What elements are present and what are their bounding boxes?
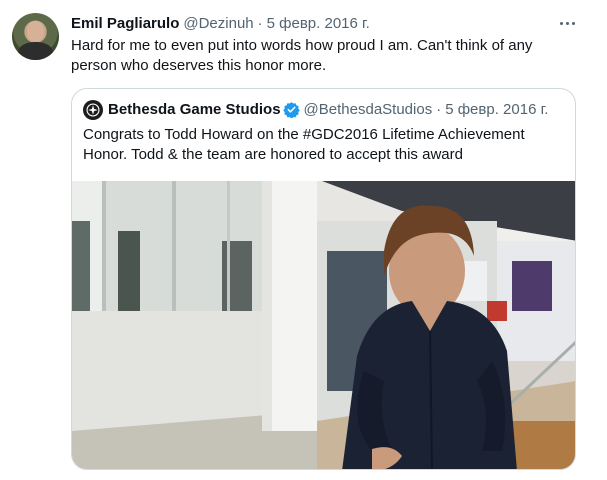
more-dot bbox=[559, 21, 563, 25]
bethesda-logo-icon[interactable] bbox=[83, 99, 103, 120]
photo-illustration bbox=[72, 181, 575, 469]
more-dot bbox=[571, 21, 575, 25]
quoted-date[interactable]: 5 февр. 2016 г. bbox=[445, 101, 548, 118]
quoted-separator-dot: · bbox=[436, 101, 442, 118]
quoted-tweet[interactable]: Bethesda Game Studios @BethesdaStudios ·… bbox=[71, 88, 576, 470]
quoted-author-name[interactable]: Bethesda Game Studios bbox=[108, 101, 281, 118]
more-dots-icon[interactable] bbox=[552, 12, 582, 34]
avatar-face bbox=[27, 21, 44, 42]
quoted-photo[interactable] bbox=[72, 181, 575, 469]
tweet-text: Hard for me to even put into words how p… bbox=[71, 37, 533, 74]
tweet-header: Emil Pagliarulo @Dezinuh · 5 февр. 2016 … bbox=[71, 12, 370, 34]
separator-dot: · bbox=[257, 14, 263, 32]
tweet[interactable]: Emil Pagliarulo @Dezinuh · 5 февр. 2016 … bbox=[0, 0, 607, 480]
author-avatar[interactable] bbox=[12, 13, 59, 60]
bethesda-logo-svg bbox=[86, 102, 100, 117]
verified-badge-icon bbox=[282, 102, 300, 118]
tweet-date[interactable]: 5 февр. 2016 г. bbox=[267, 15, 370, 32]
author-handle[interactable]: @Dezinuh bbox=[183, 15, 253, 32]
avatar-shirt bbox=[18, 42, 53, 60]
quoted-author-handle[interactable]: @BethesdaStudios bbox=[304, 101, 433, 118]
more-dot bbox=[565, 21, 569, 25]
quoted-text: Congrats to Todd Howard on the #GDC2016 … bbox=[83, 126, 525, 163]
author-name[interactable]: Emil Pagliarulo bbox=[71, 15, 179, 32]
quoted-header: Bethesda Game Studios @BethesdaStudios ·… bbox=[83, 98, 548, 121]
